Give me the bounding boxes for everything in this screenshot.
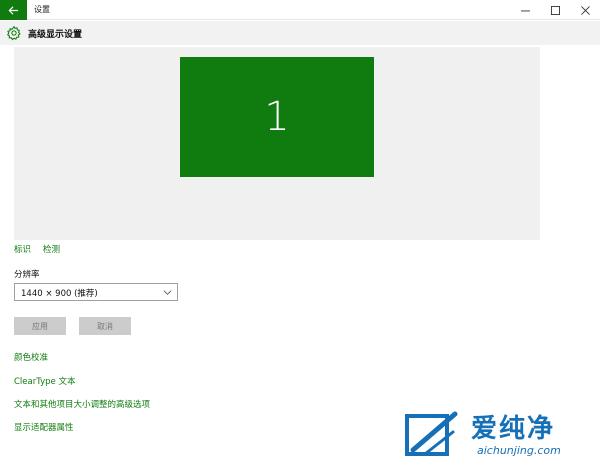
minimize-icon: [520, 10, 530, 11]
adapter-properties-link[interactable]: 显示适配器属性: [14, 421, 74, 433]
close-button[interactable]: [570, 0, 600, 20]
title-bar: 设置: [0, 0, 600, 20]
display-preview: 1: [14, 47, 540, 240]
watermark-url: aichunjing.com: [477, 444, 561, 457]
monitor-1[interactable]: 1: [180, 57, 374, 177]
watermark: 爱纯净 aichunjing.com: [405, 408, 595, 462]
watermark-logo-icon: [405, 411, 458, 456]
identify-link[interactable]: 标识: [14, 243, 31, 255]
chevron-down-icon: [163, 290, 172, 295]
color-calibration-link[interactable]: 颜色校准: [14, 351, 48, 363]
resolution-dropdown[interactable]: 1440 × 900 (推荐): [14, 283, 178, 301]
resolution-label: 分辨率: [14, 270, 40, 280]
minimize-button[interactable]: [510, 0, 540, 20]
page-title: 高级显示设置: [28, 30, 83, 40]
monitor-number: 1: [264, 94, 290, 140]
advanced-sizing-link[interactable]: 文本和其他项目大小调整的高级选项: [14, 398, 150, 410]
maximize-button[interactable]: [540, 0, 570, 20]
cleartype-link[interactable]: ClearType 文本: [14, 375, 75, 387]
window-controls: [510, 0, 600, 20]
close-icon: [580, 5, 590, 15]
back-button[interactable]: [0, 0, 27, 20]
resolution-value: 1440 × 900 (推荐): [21, 289, 98, 299]
detect-link[interactable]: 检测: [43, 243, 60, 255]
cancel-button[interactable]: 取消: [79, 317, 131, 335]
page-header: 高级显示设置: [0, 21, 600, 45]
window-title: 设置: [34, 5, 50, 14]
watermark-text: 爱纯净: [471, 414, 556, 444]
maximize-icon: [550, 5, 560, 15]
arrow-left-icon: [8, 5, 19, 15]
gear-icon: [6, 25, 21, 41]
apply-button[interactable]: 应用: [14, 317, 66, 335]
